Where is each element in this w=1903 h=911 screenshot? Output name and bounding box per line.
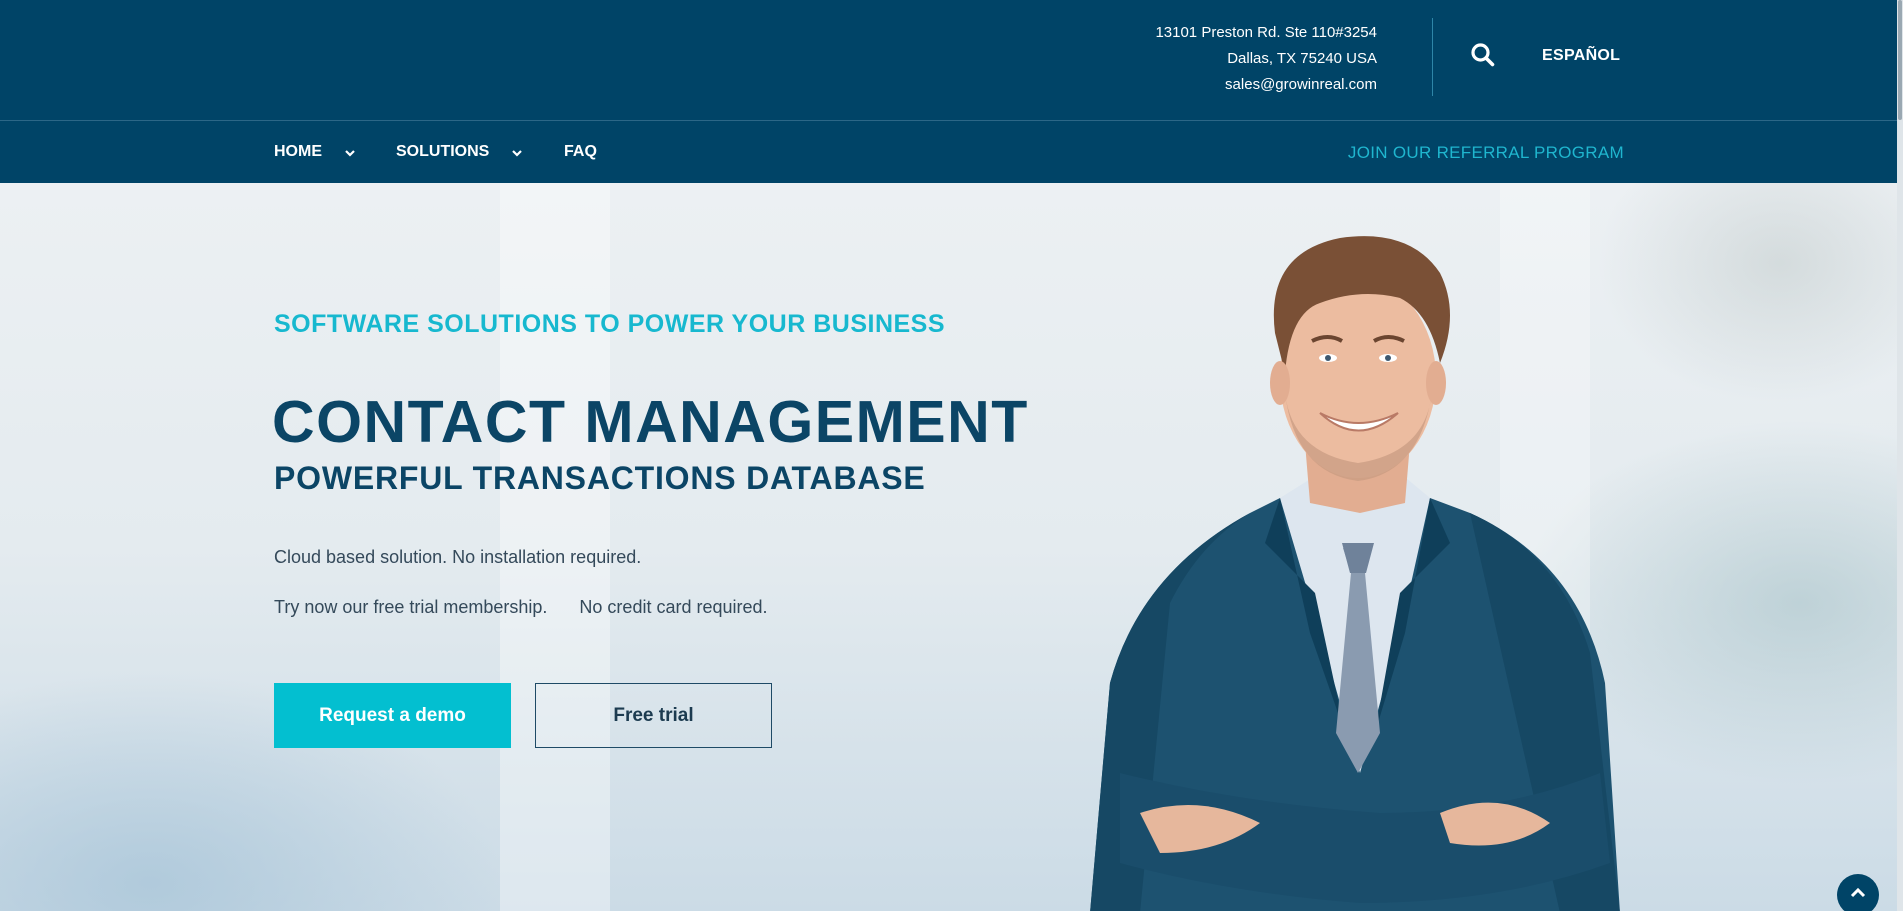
chevron-down-icon (511, 146, 523, 158)
nav-item-home[interactable]: HOME (274, 143, 356, 161)
hero-tagline: SOFTWARE SOLUTIONS TO POWER YOUR BUSINES… (274, 310, 946, 338)
header-divider (1432, 18, 1433, 96)
contact-email[interactable]: sales@growinreal.com (1155, 72, 1377, 98)
free-trial-button[interactable]: Free trial (535, 683, 772, 748)
hero-text-line-2: Try now our free trial membership. No cre… (274, 597, 768, 618)
nav-item-solutions[interactable]: SOLUTIONS (396, 143, 523, 161)
nav-item-faq[interactable]: FAQ (564, 143, 597, 161)
scroll-to-top-button[interactable] (1837, 874, 1879, 911)
no-credit-card-text: No credit card required. (579, 597, 768, 617)
hero-text-line-1: Cloud based solution. No installation re… (274, 547, 642, 567)
chevron-down-icon (344, 146, 356, 158)
language-switch[interactable]: ESPAÑOL (1542, 47, 1620, 65)
address-line-1: 13101 Preston Rd. Ste 110#3254 (1155, 24, 1377, 41)
referral-program-link[interactable]: JOIN OUR REFERRAL PROGRAM (1348, 143, 1624, 163)
free-trial-text: Try now our free trial membership. (274, 597, 548, 617)
main-nav: HOME SOLUTIONS FAQ JOIN OUR REFERRAL PRO… (0, 121, 1897, 183)
nav-item-label: HOME (274, 143, 322, 160)
nav-item-label: FAQ (564, 143, 597, 160)
page-scrollbar[interactable] (1897, 0, 1903, 911)
contact-address: 13101 Preston Rd. Ste 110#3254 Dallas, T… (1155, 20, 1377, 98)
hero-subheadline: POWERFUL TRANSACTIONS DATABASE (274, 460, 926, 496)
address-line-2: Dallas, TX 75240 USA (1227, 50, 1377, 67)
businessman-image (1090, 236, 1620, 911)
request-demo-button[interactable]: Request a demo (274, 683, 511, 748)
hero-section: SOFTWARE SOLUTIONS TO POWER YOUR BUSINES… (0, 183, 1897, 911)
chevron-up-icon (1850, 887, 1866, 898)
top-header: 13101 Preston Rd. Ste 110#3254 Dallas, T… (0, 0, 1897, 121)
hero-headline: CONTACT MANAGEMENT (272, 389, 1029, 455)
scrollbar-thumb[interactable] (1898, 0, 1902, 120)
nav-item-label: SOLUTIONS (396, 143, 490, 160)
search-icon[interactable] (1470, 42, 1496, 68)
